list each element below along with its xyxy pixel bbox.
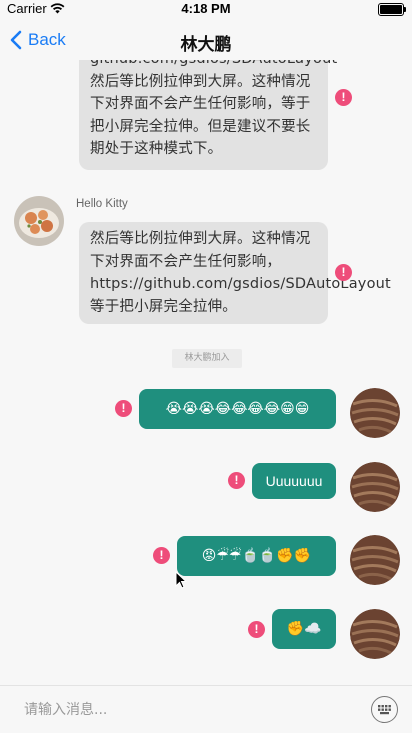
avatar[interactable] [14, 196, 64, 246]
exclamation-icon[interactable]: ! [248, 621, 265, 638]
avatar[interactable] [350, 462, 400, 512]
message-text: Uuuuuuu [265, 473, 323, 489]
message-list[interactable]: github.com/gsdios/SDAutoLayout然后等比例拉伸到大屏… [0, 60, 412, 685]
status-bar: Carrier 4:18 PM [0, 0, 412, 20]
exclamation-icon[interactable]: ! [115, 400, 132, 417]
outgoing-message-bubble[interactable]: ✊☁️ [272, 609, 336, 649]
incoming-message-bubble[interactable]: 然后等比例拉伸到大屏。这种情况下对界面不会产生任何影响，https://gith… [79, 222, 391, 324]
message-text: github.com/gsdios/SDAutoLayout然后等比例拉伸到大屏… [90, 60, 337, 157]
avatar[interactable] [350, 388, 400, 438]
avatar[interactable] [350, 535, 400, 585]
page-title: 林大鹏 [180, 35, 232, 55]
message-text: 😡☔☔🍵🍵✊✊ [201, 548, 312, 564]
exclamation-icon[interactable]: ! [335, 89, 352, 106]
outgoing-message-bubble[interactable]: 😡☔☔🍵🍵✊✊ [177, 536, 336, 576]
navigation-bar: Back 林大鹏 [0, 20, 412, 60]
incoming-message-bubble[interactable]: github.com/gsdios/SDAutoLayout然后等比例拉伸到大屏… [79, 60, 337, 170]
exclamation-icon[interactable]: ! [153, 547, 170, 564]
keyboard-icon[interactable] [371, 696, 398, 723]
outgoing-message-bubble[interactable]: Uuuuuuu [252, 463, 336, 499]
message-text: 😭😭😭😂😂😂😂😁😁 [165, 401, 310, 417]
exclamation-icon[interactable]: ! [335, 264, 352, 281]
clock: 4:18 PM [181, 1, 231, 16]
message-text: ✊☁️ [286, 621, 322, 637]
system-notice: 林大鹏加入 [172, 349, 242, 368]
battery-icon [378, 3, 406, 16]
exclamation-icon[interactable]: ! [228, 472, 245, 489]
mouse-pointer-icon [175, 570, 188, 593]
avatar[interactable] [350, 609, 400, 659]
outgoing-message-bubble[interactable]: 😭😭😭😂😂😂😂😁😁 [139, 389, 336, 429]
sender-name: Hello Kitty [76, 198, 128, 210]
message-input[interactable] [10, 694, 360, 726]
input-bar [0, 685, 412, 733]
